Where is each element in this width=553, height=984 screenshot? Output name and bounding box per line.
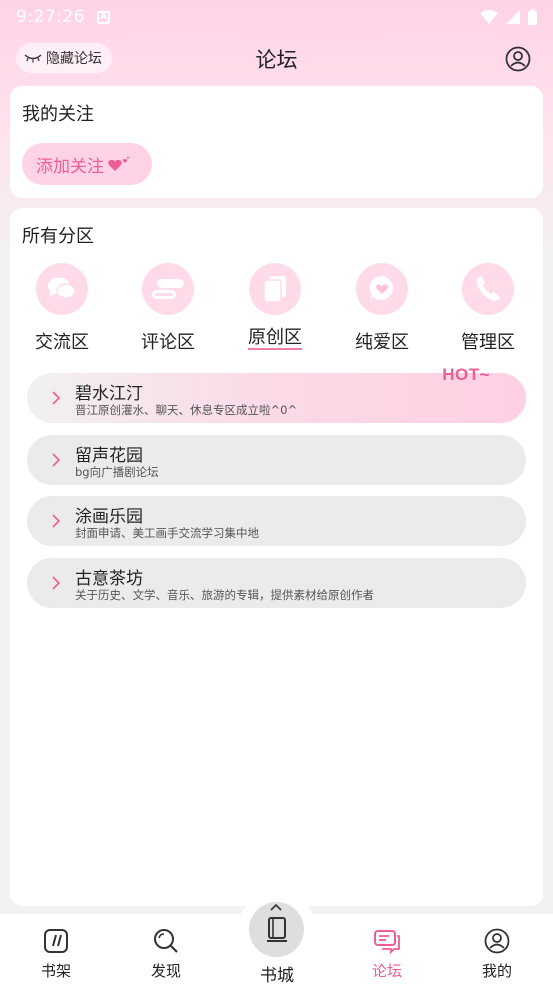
nav-bookstore-label[interactable]: 书城 (227, 961, 327, 984)
chevron-right-icon (52, 575, 61, 590)
battery-icon (528, 9, 537, 25)
hot-tag: HOT~ (442, 365, 490, 384)
forum-name: 涂画乐园 (75, 507, 143, 527)
caret-up-icon (270, 903, 282, 911)
nav-forum[interactable]: 论坛 (337, 914, 437, 984)
zone-label: 评论区 (141, 332, 195, 353)
zone-admin[interactable]: 管理区 (448, 263, 528, 354)
add-follow-button[interactable]: 添加关注 (22, 143, 152, 185)
zone-label: 管理区 (461, 332, 515, 353)
zone-chat[interactable]: 交流区 (22, 263, 102, 354)
chat-bubbles-icon (36, 263, 88, 315)
zone-row: 交流区 评论区 原创区 纯爱区 管理区 (10, 263, 543, 363)
forum-item[interactable]: 涂画乐园 封面申请、美工画手交流学习集中地 (27, 496, 526, 546)
nav-bookshelf[interactable]: 书架 (6, 914, 106, 984)
forum-description: bg向广播剧论坛 (75, 464, 159, 479)
forum-item[interactable]: 留声花园 bg向广播剧论坛 (27, 434, 526, 485)
hearts-icon (108, 156, 129, 171)
documents-icon (249, 263, 301, 315)
all-sections-card: 所有分区 交流区 评论区 原创区 纯爱区 管理区 碧水江汀 晋江原创灌水、聊天、… (10, 208, 543, 906)
bookshelf-icon (44, 929, 68, 953)
add-follow-label: 添加关注 (36, 156, 104, 177)
user-icon (484, 928, 510, 954)
status-time: 9:27:26 (16, 7, 86, 27)
chevron-right-icon (52, 452, 61, 467)
nav-label: 我的 (481, 962, 512, 980)
app-header: 隐藏论坛 论坛 (0, 34, 553, 84)
nav-label: 论坛 (371, 962, 402, 980)
zone-pure-love[interactable]: 纯爱区 (342, 263, 422, 354)
status-bar: 9:27:26 A (0, 0, 553, 34)
forum-description: 关于历史、文学、音乐、旅游的专辑，提供素材给原创作者 (75, 587, 374, 602)
chevron-right-icon (52, 514, 61, 528)
nav-label: 书架 (40, 962, 71, 980)
chevron-right-icon (52, 391, 61, 405)
book-icon (266, 916, 287, 942)
my-follows-title: 我的关注 (22, 104, 94, 125)
forum-item[interactable]: 古意茶坊 关于历史、文学、音乐、旅游的专辑，提供素材给原创作者 (27, 557, 526, 608)
nav-label: 发现 (150, 962, 181, 980)
zone-label: 纯爱区 (355, 332, 409, 353)
phone-icon (462, 263, 514, 315)
forum-description: 晋江原创灌水、聊天、休息专区成立啦^0^ (75, 403, 298, 417)
forum-name: 古意茶坊 (75, 568, 143, 589)
wifi-icon (480, 10, 498, 24)
forum-icon (374, 930, 400, 954)
profile-icon[interactable] (505, 46, 531, 72)
my-follows-card: 我的关注 添加关注 (10, 86, 543, 198)
forum-list: 碧水江汀 晋江原创灌水、聊天、休息专区成立啦^0^ HOT~ 留声花园 bg向广… (27, 365, 526, 619)
forum-item[interactable]: 碧水江汀 晋江原创灌水、聊天、休息专区成立啦^0^ HOT~ (27, 365, 526, 423)
heart-bubble-icon (356, 263, 408, 315)
page-title: 论坛 (255, 48, 298, 72)
comment-icon (142, 263, 194, 315)
zone-label: 原创区 (248, 327, 302, 350)
forum-name: 留声花园 (75, 445, 143, 466)
notification-badge: A (97, 10, 111, 24)
nav-mine[interactable]: 我的 (447, 914, 547, 984)
nav-discover[interactable]: 发现 (116, 914, 216, 984)
signal-icon (506, 10, 520, 24)
status-icons (480, 9, 537, 25)
all-sections-title: 所有分区 (22, 226, 94, 247)
zone-comment[interactable]: 评论区 (128, 263, 208, 354)
forum-name: 碧水江汀 (75, 384, 143, 404)
search-icon (154, 929, 178, 953)
zone-original[interactable]: 原创区 (235, 263, 315, 350)
forum-description: 封面申请、美工画手交流学习集中地 (75, 526, 259, 540)
zone-label: 交流区 (35, 332, 89, 353)
